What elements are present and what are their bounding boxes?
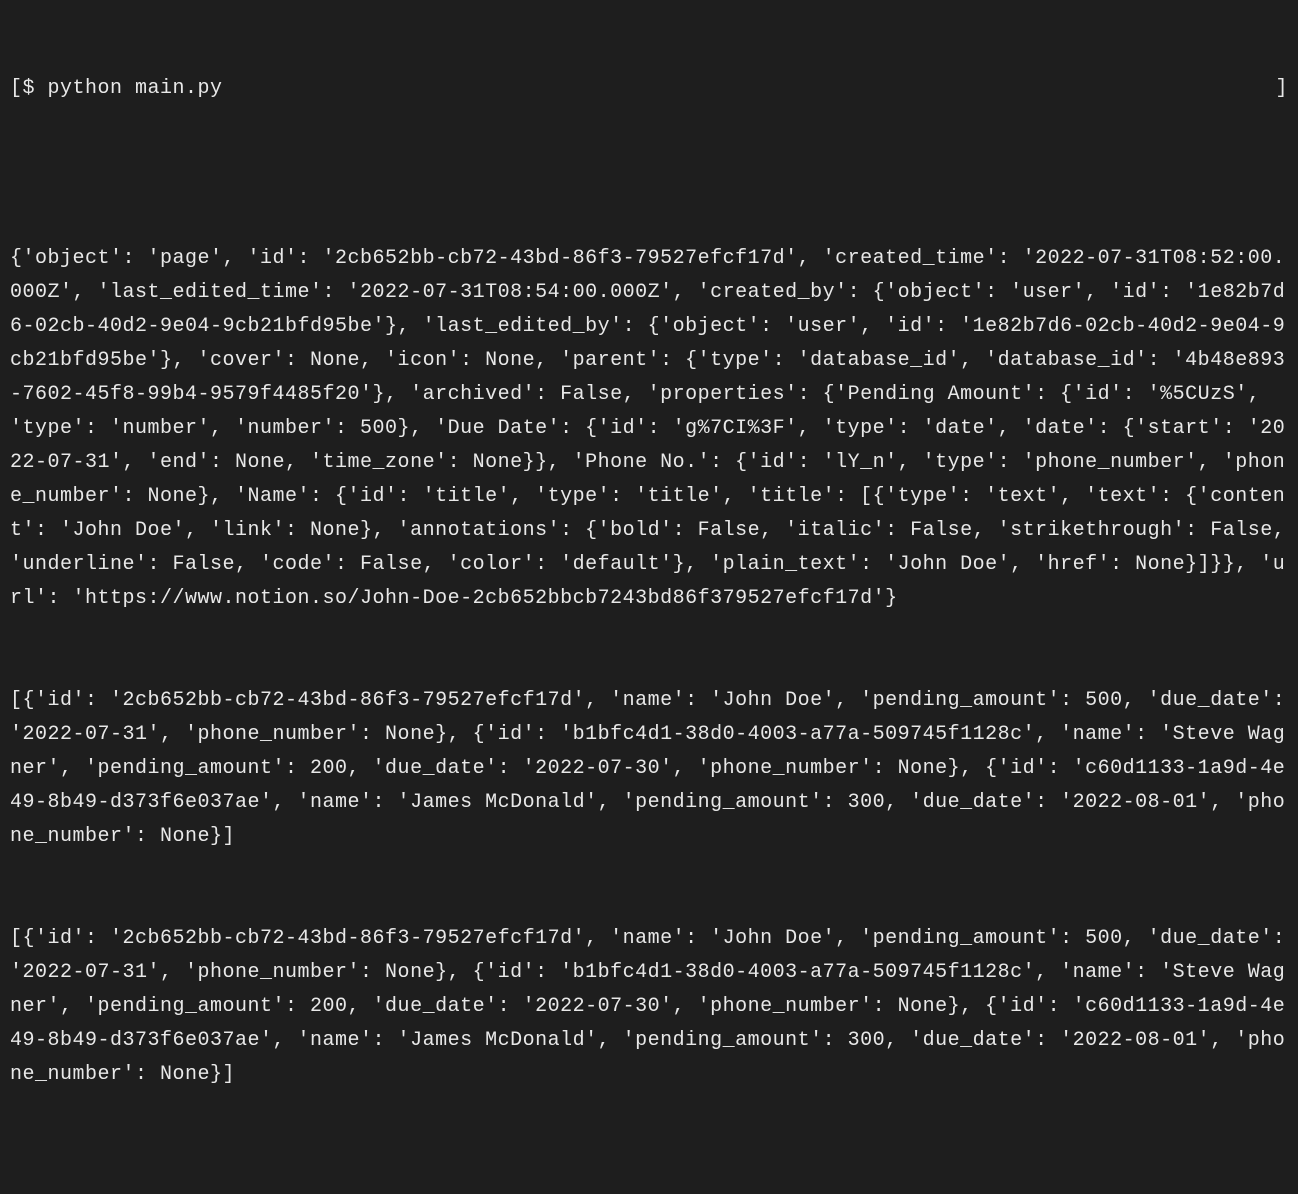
output-block-2: [{'id': '2cb652bb-cb72-43bd-86f3-79527ef… [10,684,1288,854]
prompt-close-bracket: ] [1275,72,1288,106]
output-block-3: [{'id': '2cb652bb-cb72-43bd-86f3-79527ef… [10,922,1288,1092]
command-text: python main.py [48,72,223,106]
terminal-output: {'object': 'page', 'id': '2cb652bb-cb72-… [10,174,1288,1160]
command-prompt-line: [$ python main.py] [10,72,1288,106]
prompt-open-bracket: [ [10,72,23,106]
terminal-window[interactable]: [$ python main.py] {'object': 'page', 'i… [10,4,1288,1194]
output-block-1: {'object': 'page', 'id': '2cb652bb-cb72-… [10,242,1288,616]
prompt-symbol: $ [23,72,48,106]
